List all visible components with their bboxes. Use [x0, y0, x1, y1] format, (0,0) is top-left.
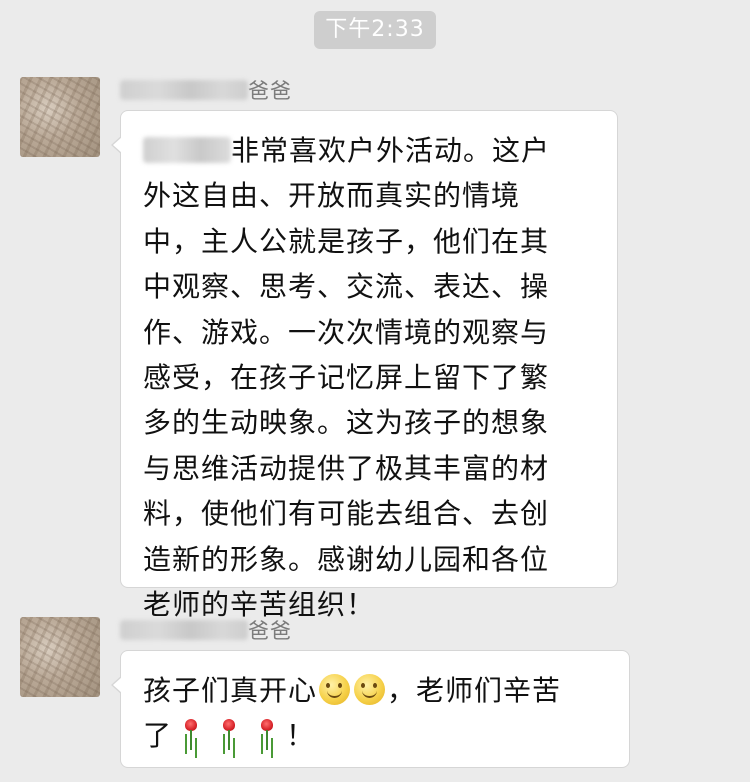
avatar[interactable]	[20, 617, 100, 697]
rose-emoji-icon	[254, 717, 280, 751]
message-line: 感受，在孩子记忆屏上留下了繁	[143, 361, 550, 395]
sender-name-suffix: 爸爸	[248, 79, 292, 103]
timestamp: 下午2:33	[314, 11, 436, 49]
redacted-name	[143, 137, 231, 163]
avatar[interactable]	[20, 77, 100, 157]
message-line-text: ！	[286, 719, 316, 753]
message-line: 中，主人公就是孩子，他们在其	[143, 224, 550, 258]
message-line: 造新的形象。感谢幼儿园和各位	[143, 542, 550, 576]
message-line: 非常喜欢户外活动。这户	[143, 128, 597, 173]
message-line: 与思维活动提供了极其丰富的材	[143, 451, 550, 485]
message-line: 多的生动映象。这为孩子的想象	[143, 406, 550, 440]
message-text: 孩子们真开心 ，老师们辛苦 了！	[143, 668, 609, 759]
message-line: 料，使他们有可能去组合、去创	[143, 497, 550, 531]
message-bubble[interactable]: 孩子们真开心 ，老师们辛苦 了！	[111, 650, 630, 768]
rose-emoji-icon	[178, 717, 204, 751]
sender-name-suffix: 爸爸	[248, 619, 292, 643]
message-line-text: 非常喜欢户外活动。这户	[231, 134, 551, 167]
message-line-text: 孩子们真开心	[143, 674, 318, 707]
message-line: 外这自由、开放而真实的情境	[143, 179, 521, 213]
message-line: 了！	[143, 713, 609, 758]
sender-name: 爸爸	[120, 76, 292, 104]
redacted-name	[120, 620, 248, 640]
message-bubble[interactable]: 非常喜欢户外活动。这户 外这自由、开放而真实的情境 中，主人公就是孩子，他们在其…	[111, 110, 618, 621]
message-line-text: 了	[143, 719, 173, 753]
rose-emoji-icon	[216, 717, 242, 751]
message-line: 作、游戏。一次次情境的观察与	[143, 315, 550, 349]
smile-emoji-icon	[319, 674, 351, 705]
message-text: 非常喜欢户外活动。这户 外这自由、开放而真实的情境 中，主人公就是孩子，他们在其…	[143, 128, 597, 627]
smile-emoji-icon	[354, 674, 386, 705]
redacted-name	[120, 80, 248, 100]
sender-name: 爸爸	[120, 616, 292, 644]
message-line: 孩子们真开心 ，老师们辛苦	[143, 668, 609, 713]
message-line-text: ，老师们辛苦	[387, 674, 562, 707]
message-line: 中观察、思考、交流、表达、操	[143, 270, 550, 304]
